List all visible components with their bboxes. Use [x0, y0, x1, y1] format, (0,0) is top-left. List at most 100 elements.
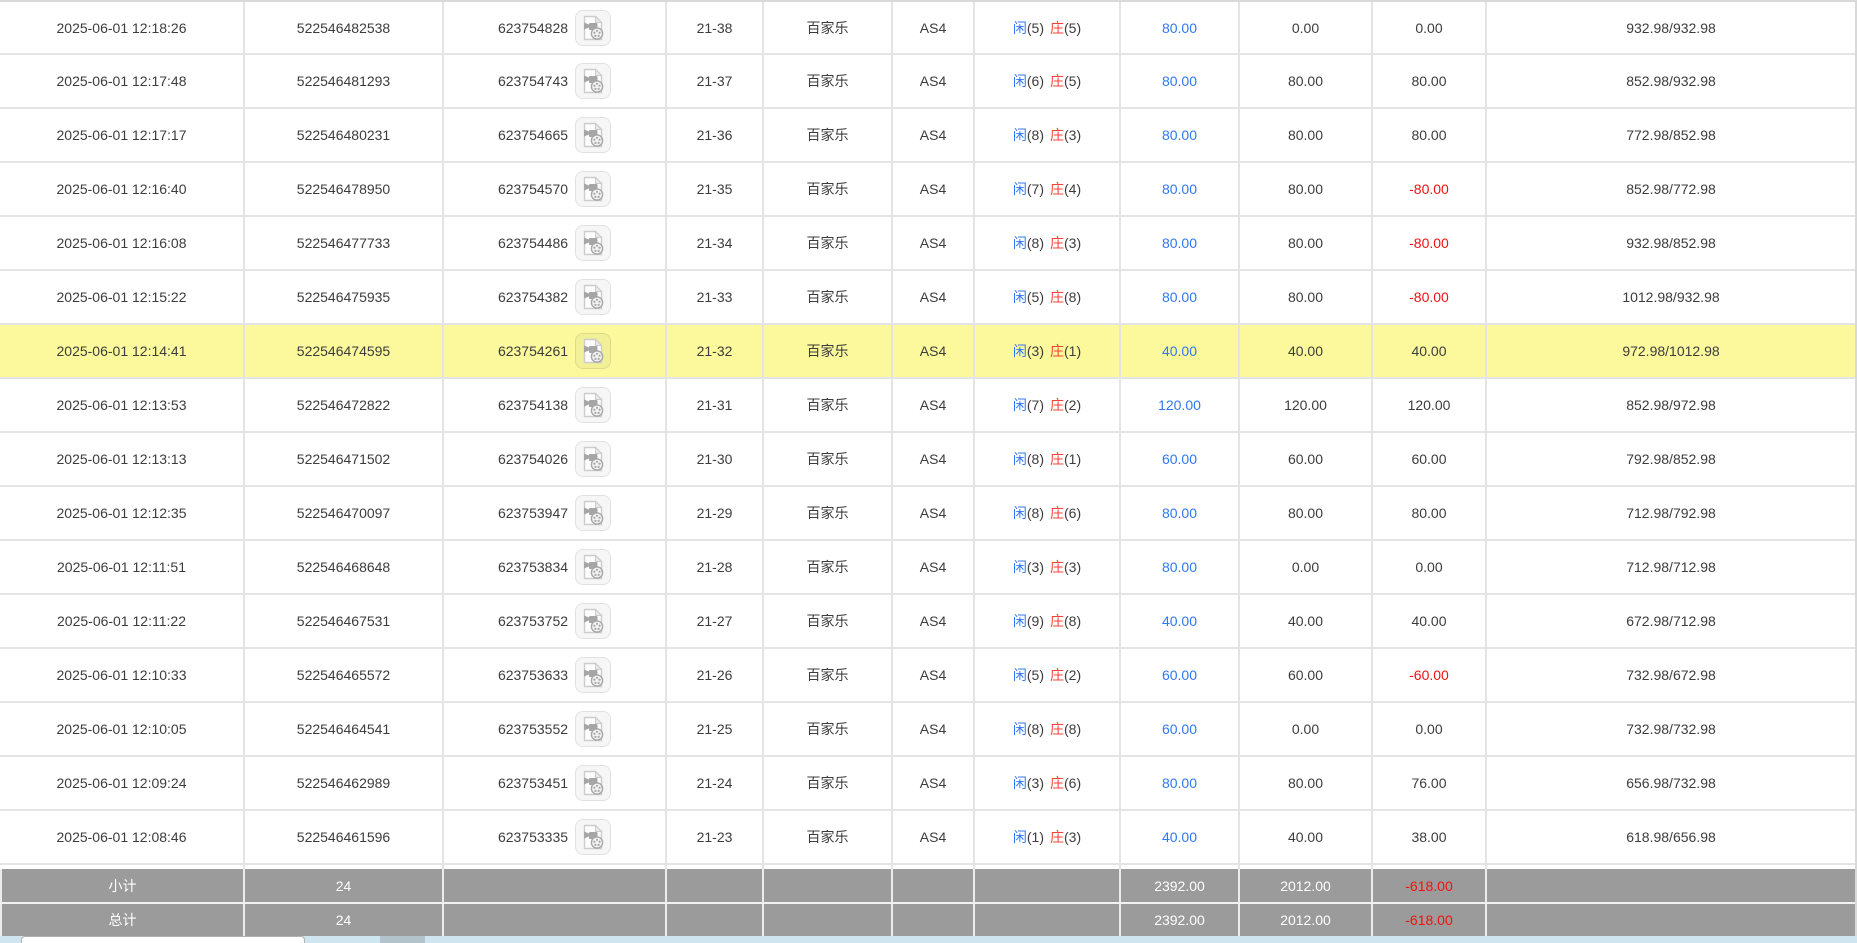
video-replay-button[interactable]: [575, 10, 611, 46]
summary-valid-total: 2012.00: [1238, 869, 1371, 902]
video-replay-button[interactable]: [575, 387, 611, 423]
player-points: (8): [1027, 721, 1044, 737]
bet-time: 2025-06-01 12:13:13: [0, 433, 243, 485]
bet-amount-link[interactable]: 60.00: [1162, 721, 1197, 737]
summary-bet-total: 2392.00: [1119, 904, 1238, 936]
round-serial: 623753335: [498, 829, 568, 845]
video-replay-button[interactable]: [575, 279, 611, 315]
summary-bet-total: 2392.00: [1119, 869, 1238, 902]
bet-id: 522546480231: [243, 109, 442, 161]
video-replay-button[interactable]: [575, 603, 611, 639]
bet-time: 2025-06-01 12:08:46: [0, 811, 243, 863]
player-points: (8): [1027, 235, 1044, 251]
valid-amount: 60.00: [1238, 649, 1371, 701]
video-replay-button[interactable]: [575, 225, 611, 261]
game-result: 闲(7)庄(4): [973, 163, 1119, 215]
bet-amount-link[interactable]: 80.00: [1162, 559, 1197, 575]
bet-time: 2025-06-01 12:13:53: [0, 379, 243, 431]
table-row[interactable]: 2025-06-01 12:11:22 522546467531 6237537…: [0, 595, 1855, 649]
game-result: 闲(5)庄(2): [973, 649, 1119, 701]
bet-amount-link[interactable]: 120.00: [1158, 397, 1201, 413]
bet-amount-link[interactable]: 80.00: [1162, 73, 1197, 89]
bet-time: 2025-06-01 12:12:35: [0, 487, 243, 539]
table-row[interactable]: 2025-06-01 12:18:26 522546482538 6237548…: [0, 2, 1855, 55]
summary-label: 小计: [0, 869, 243, 902]
table-row[interactable]: 2025-06-01 12:17:17 522546480231 6237546…: [0, 109, 1855, 163]
bet-amount-link[interactable]: 80.00: [1162, 235, 1197, 251]
win-loss-amount: 80.00: [1371, 55, 1485, 107]
win-loss-amount: 0.00: [1371, 541, 1485, 593]
player-label: 闲: [1013, 773, 1027, 793]
video-replay-button[interactable]: [575, 117, 611, 153]
bet-amount-link[interactable]: 80.00: [1162, 775, 1197, 791]
game-result: 闲(6)庄(5): [973, 55, 1119, 107]
banker-label: 庄: [1050, 827, 1064, 847]
video-replay-button[interactable]: [575, 657, 611, 693]
game-name: 百家乐: [762, 217, 891, 269]
bet-amount-link[interactable]: 40.00: [1162, 829, 1197, 845]
table-row[interactable]: 2025-06-01 12:17:48 522546481293 6237547…: [0, 55, 1855, 109]
table-row[interactable]: 2025-06-01 12:16:08 522546477733 6237544…: [0, 217, 1855, 271]
bet-amount-link[interactable]: 80.00: [1162, 505, 1197, 521]
game-name: 百家乐: [762, 2, 891, 53]
video-replay-icon: [581, 14, 605, 42]
video-replay-button[interactable]: [575, 819, 611, 855]
round-serial: 623754743: [498, 73, 568, 89]
video-replay-button[interactable]: [575, 333, 611, 369]
player-points: (9): [1027, 613, 1044, 629]
round-number: 21-33: [665, 271, 762, 323]
table-row[interactable]: 2025-06-01 12:10:33 522546465572 6237536…: [0, 649, 1855, 703]
bet-time: 2025-06-01 12:18:26: [0, 2, 243, 53]
bet-amount-link[interactable]: 60.00: [1162, 451, 1197, 467]
scrollbar-segment[interactable]: [380, 936, 425, 943]
table-row[interactable]: 2025-06-01 12:13:53 522546472822 6237541…: [0, 379, 1855, 433]
video-replay-button[interactable]: [575, 765, 611, 801]
video-replay-button[interactable]: [575, 63, 611, 99]
video-replay-button[interactable]: [575, 549, 611, 585]
table-row[interactable]: 2025-06-01 12:11:51 522546468648 6237538…: [0, 541, 1855, 595]
table-row[interactable]: 2025-06-01 12:12:35 522546470097 6237539…: [0, 487, 1855, 541]
bet-amount-link[interactable]: 80.00: [1162, 181, 1197, 197]
win-loss-amount: 76.00: [1371, 757, 1485, 809]
bet-amount-link[interactable]: 80.00: [1162, 20, 1197, 36]
bet-amount-link[interactable]: 80.00: [1162, 127, 1197, 143]
video-replay-button[interactable]: [575, 171, 611, 207]
round-number: 21-30: [665, 433, 762, 485]
player-points: (5): [1027, 289, 1044, 305]
win-loss-amount: 38.00: [1371, 811, 1485, 863]
game-name: 百家乐: [762, 595, 891, 647]
game-result: 闲(7)庄(2): [973, 379, 1119, 431]
round-number: 21-35: [665, 163, 762, 215]
table-row[interactable]: 2025-06-01 12:08:46 522546461596 6237533…: [0, 811, 1855, 865]
table-row[interactable]: 2025-06-01 12:16:40 522546478950 6237545…: [0, 163, 1855, 217]
game-result: 闲(3)庄(6): [973, 757, 1119, 809]
table-row[interactable]: 2025-06-01 12:09:24 522546462989 6237534…: [0, 757, 1855, 811]
table-row[interactable]: 2025-06-01 12:10:05 522546464541 6237535…: [0, 703, 1855, 757]
table-row[interactable]: 2025-06-01 12:15:22 522546475935 6237543…: [0, 271, 1855, 325]
table-code: AS4: [891, 109, 973, 161]
bet-amount-link[interactable]: 40.00: [1162, 343, 1197, 359]
table-code: AS4: [891, 55, 973, 107]
banker-label: 庄: [1050, 18, 1064, 38]
banker-label: 庄: [1050, 557, 1064, 577]
bet-id: 522546465572: [243, 649, 442, 701]
table-row[interactable]: 2025-06-01 12:13:13 522546471502 6237540…: [0, 433, 1855, 487]
bet-amount-link[interactable]: 80.00: [1162, 289, 1197, 305]
banker-label: 庄: [1050, 611, 1064, 631]
banker-label: 庄: [1050, 179, 1064, 199]
video-replay-button[interactable]: [575, 495, 611, 531]
scrollbar-thumb[interactable]: [21, 936, 305, 943]
player-label: 闲: [1013, 395, 1027, 415]
video-replay-button[interactable]: [575, 711, 611, 747]
player-points: (1): [1027, 829, 1044, 845]
win-loss-amount: 60.00: [1371, 433, 1485, 485]
bet-amount-link[interactable]: 60.00: [1162, 667, 1197, 683]
player-points: (8): [1027, 127, 1044, 143]
valid-amount: 40.00: [1238, 595, 1371, 647]
bet-amount-link[interactable]: 40.00: [1162, 613, 1197, 629]
video-replay-button[interactable]: [575, 441, 611, 477]
table-row[interactable]: 2025-06-01 12:14:41 522546474595 6237542…: [0, 325, 1855, 379]
bet-time: 2025-06-01 12:16:40: [0, 163, 243, 215]
banker-label: 庄: [1050, 395, 1064, 415]
horizontal-scrollbar[interactable]: [0, 936, 1857, 943]
